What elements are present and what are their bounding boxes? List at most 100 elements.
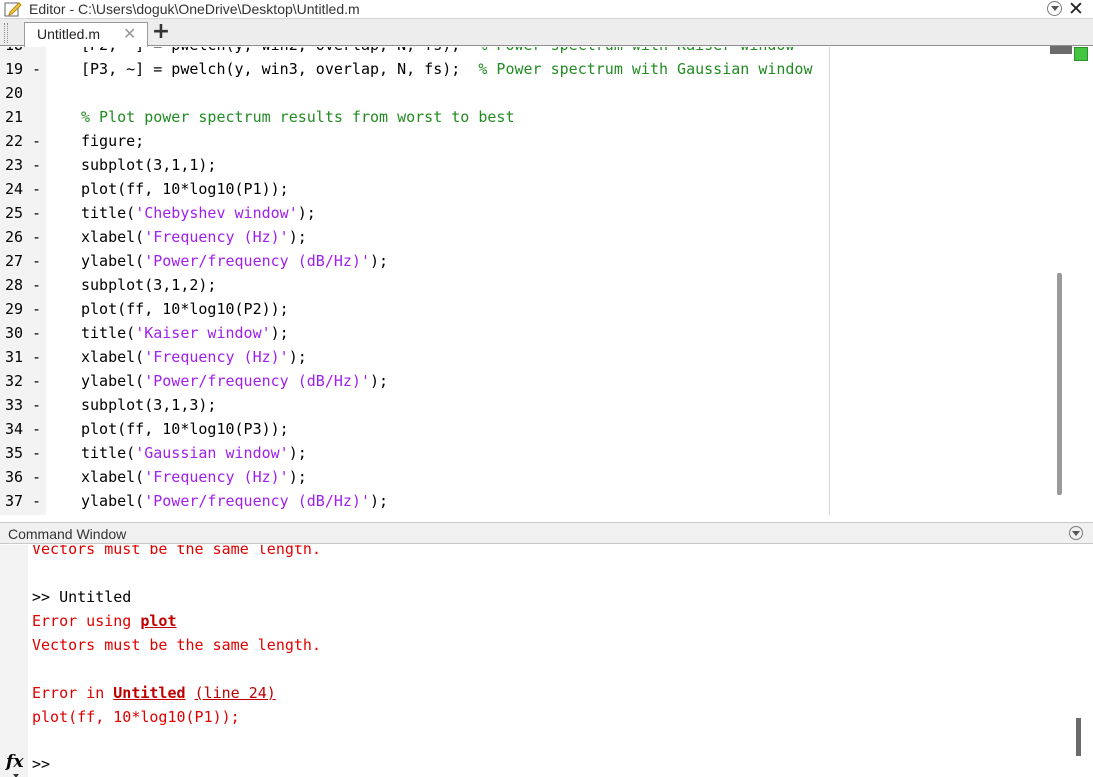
code-token: subplot(3,1,2); [81,276,217,294]
line-number: 30 [5,324,24,342]
code-comment: % Power spectrum with Gaussian window [478,60,813,78]
code-line[interactable]: 21 % Plot power spectrum results from wor… [0,108,1040,132]
code-line[interactable]: 23- subplot(3,1,1); [0,156,1040,180]
chevron-down-circle-icon[interactable] [1047,1,1062,16]
editor-scrollbar[interactable] [1057,273,1062,495]
line-number: 18 [5,47,29,54]
code-line[interactable]: 24- plot(ff, 10*log10(P1)); [0,180,1040,204]
code-line[interactable]: 32- ylabel('Power/frequency (dB/Hz)'); [0,372,1040,396]
code-text: plot(ff, 10*log10(P2)); [81,300,289,318]
command-output-line: Vectors must be the same length. [32,636,321,660]
code-editor[interactable]: 18-[P2, ~] = pwelch(y, win2, overlap, N,… [0,47,1093,515]
code-text: [P3, ~] = pwelch(y, win3, overlap, N, fs… [81,60,813,78]
code-token: ); [288,468,307,486]
code-text: title('Kaiser window'); [81,324,289,342]
code-line[interactable]: 33- subplot(3,1,3); [0,396,1040,420]
command-output-line: Error using plot [32,612,177,636]
code-line[interactable]: 36- xlabel('Frequency (Hz)'); [0,468,1040,492]
breakpoint-marker[interactable]: - [32,468,41,486]
error-link[interactable]: (line 24) [195,684,276,702]
close-icon[interactable]: ✕ [1068,0,1084,20]
error-link[interactable]: plot [140,612,176,630]
code-line[interactable]: 29- plot(ff, 10*log10(P2)); [0,300,1040,324]
breakpoint-marker[interactable]: - [32,252,41,270]
breakpoint-marker[interactable]: - [32,372,41,390]
command-output-line: plot(ff, 10*log10(P1)); [32,708,240,732]
code-line[interactable]: 26- xlabel('Frequency (Hz)'); [0,228,1040,252]
code-text: ylabel('Power/frequency (dB/Hz)'); [81,252,388,270]
code-token: plot(ff, 10*log10(P1)); [81,180,289,198]
code-line[interactable]: 18- [P2, ~] = pwelch(y, win2, overlap, N,… [0,47,1040,60]
code-line[interactable]: 35- title('Gaussian window'); [0,444,1040,468]
line-number: 29 [5,300,24,318]
code-line[interactable]: 28- subplot(3,1,2); [0,276,1040,300]
command-prompt[interactable]: >> [32,755,50,773]
breakpoint-marker[interactable]: - [32,180,41,198]
breakpoint-marker[interactable]: - [32,492,41,510]
add-tab-button[interactable]: + [150,21,172,43]
code-token: [P2, ~] = pwelch(y, win2, overlap, N, fs… [81,47,478,54]
function-browser-icon[interactable]: fx [6,752,23,777]
breakpoint-marker[interactable]: - [32,132,41,150]
code-line[interactable]: 22- figure; [0,132,1040,156]
drag-grip-icon[interactable] [4,23,8,43]
breakpoint-marker[interactable]: - [32,444,41,462]
code-token: ); [288,228,307,246]
code-line[interactable]: 30- title('Kaiser window'); [0,324,1040,348]
code-text: subplot(3,1,3); [81,396,216,414]
breakpoint-marker[interactable]: - [32,47,41,54]
command-window[interactable]: Vectors must be the same length. >> Untit… [0,545,1093,777]
code-line[interactable]: 20 [0,84,1040,108]
code-token: ); [370,252,389,270]
command-output-line: Error in Untitled (line 24) [32,684,276,708]
command-output-line: >> Untitled [32,588,131,612]
code-text: ylabel('Power/frequency (dB/Hz)'); [81,492,388,510]
code-token: subplot(3,1,3); [81,396,217,414]
code-line[interactable]: 37- ylabel('Power/frequency (dB/Hz)'); [0,492,1040,515]
code-text: xlabel('Frequency (Hz)'); [81,348,307,366]
code-line[interactable]: 25- title('Chebyshev window'); [0,204,1040,228]
command-window-scrollbar[interactable] [1076,718,1081,756]
code-text: plot(ff, 10*log10(P3)); [81,420,289,438]
command-window-header: Command Window [0,522,1093,544]
code-text: % Plot power spectrum results from worst… [81,108,514,126]
output-text: plot(ff, 10*log10(P1)); [32,708,240,726]
code-comment: % Power spectrum with Kaiser window [478,47,794,54]
breakpoint-marker[interactable]: - [32,228,41,246]
breakpoint-marker[interactable]: - [32,276,41,294]
code-token: xlabel( [81,228,145,246]
code-line[interactable]: 27- ylabel('Power/frequency (dB/Hz)'); [0,252,1040,276]
pencil-edit-icon [4,1,22,17]
line-number: 32 [5,372,24,390]
code-string: 'Kaiser window' [135,324,271,342]
breakpoint-marker[interactable]: - [32,60,41,78]
breakpoint-marker[interactable]: - [32,348,41,366]
line-number: 23 [5,156,24,174]
editor-split-handle[interactable] [1050,46,1072,54]
chevron-down-circle-icon[interactable] [1069,526,1083,540]
code-text: plot(ff, 10*log10(P1)); [81,180,289,198]
code-string: 'Gaussian window' [135,444,289,462]
code-line[interactable]: 19- [P3, ~] = pwelch(y, win3, overlap, N,… [0,60,1040,84]
line-number: 22 [5,132,24,150]
code-token: xlabel( [81,348,145,366]
breakpoint-marker[interactable]: - [32,204,41,222]
breakpoint-marker[interactable]: - [32,300,41,318]
code-analyzer-status-icon[interactable] [1074,47,1088,61]
tab-close-icon[interactable]: ✕ [123,24,136,43]
line-number: 26 [5,228,24,246]
command-window-gutter [0,545,28,777]
line-number: 25 [5,204,24,222]
code-token: subplot(3,1,1); [81,156,217,174]
error-link[interactable]: Untitled [113,684,185,702]
breakpoint-marker[interactable]: - [32,396,41,414]
code-token: plot(ff, 10*log10(P3)); [81,420,289,438]
breakpoint-marker[interactable]: - [32,156,41,174]
tab-untitled[interactable]: Untitled.m ✕ [24,22,148,47]
code-line[interactable]: 31- xlabel('Frequency (Hz)'); [0,348,1040,372]
breakpoint-marker[interactable]: - [32,420,41,438]
code-line[interactable]: 34- plot(ff, 10*log10(P3)); [0,420,1040,444]
breakpoint-marker[interactable]: - [32,324,41,342]
output-text: >> Untitled [32,588,132,606]
